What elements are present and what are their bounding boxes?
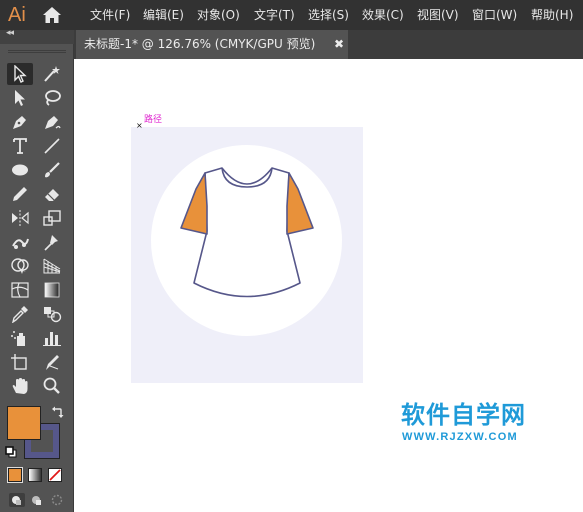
menu-select[interactable]: 选择(S) <box>308 0 349 30</box>
menu-file[interactable]: 文件(F) <box>90 0 130 30</box>
menu-type[interactable]: 文字(T) <box>254 0 295 30</box>
menu-edit[interactable]: 编辑(E) <box>143 0 184 30</box>
t-shirt-artwork[interactable] <box>176 164 318 304</box>
close-icon[interactable]: ✖ <box>334 30 344 59</box>
slice-tool-icon[interactable] <box>39 351 65 373</box>
symbol-sprayer-tool-icon[interactable] <box>7 327 33 349</box>
direct-selection-tool-icon[interactable] <box>7 87 33 109</box>
menu-help[interactable]: 帮助(H) <box>531 0 573 30</box>
gradient-mode-button[interactable] <box>28 468 42 482</box>
collapse-icon[interactable]: ◂◂ <box>6 28 14 38</box>
menu-window[interactable]: 窗口(W) <box>472 0 517 30</box>
type-tool-icon[interactable] <box>7 135 33 157</box>
smart-guide-path-label: 路径 <box>144 115 163 125</box>
selection-tool-icon[interactable] <box>7 63 33 85</box>
hand-tool-icon[interactable] <box>7 375 33 397</box>
eyedropper-tool-icon[interactable] <box>7 303 33 325</box>
zoom-tool-icon[interactable] <box>39 375 65 397</box>
tools-panel-header: ◂◂ <box>0 28 74 44</box>
swap-fill-stroke-icon[interactable] <box>50 406 64 420</box>
column-graph-tool-icon[interactable] <box>39 327 65 349</box>
shirt-left-sleeve <box>180 172 208 235</box>
lasso-tool-icon[interactable] <box>39 87 65 109</box>
ellipse-tool-icon[interactable] <box>7 159 33 181</box>
menu-view[interactable]: 视图(V) <box>417 0 459 30</box>
menu-effect[interactable]: 效果(C) <box>362 0 404 30</box>
magic-wand-tool-icon[interactable] <box>39 63 65 85</box>
pen-tool-icon[interactable] <box>7 111 33 133</box>
panel-grip[interactable] <box>8 50 66 53</box>
watermark-url: WWW.RJZXW.COM <box>402 431 518 443</box>
document-tab[interactable]: 未标题-1* @ 126.76% (CMYK/GPU 预览) ✖ <box>76 30 348 59</box>
draw-behind-icon[interactable] <box>28 492 46 508</box>
reflect-tool-icon[interactable] <box>7 207 33 229</box>
eraser-tool-icon[interactable] <box>39 183 65 205</box>
tools-panel: ◂◂ <box>0 28 74 512</box>
anchor-point-marker: × <box>136 121 143 130</box>
blend-tool-icon[interactable] <box>39 303 65 325</box>
line-segment-tool-icon[interactable] <box>39 135 65 157</box>
menu-object[interactable]: 对象(O) <box>197 0 240 30</box>
document-tab-bar: 未标题-1* @ 126.76% (CMYK/GPU 预览) ✖ <box>74 30 583 59</box>
draw-inside-icon[interactable] <box>48 492 66 508</box>
default-colors-icon[interactable] <box>5 446 17 458</box>
shape-builder-tool-icon[interactable] <box>7 255 33 277</box>
mesh-tool-icon[interactable] <box>7 279 33 301</box>
none-slash-icon <box>49 469 61 481</box>
document-tab-title: 未标题-1* @ 126.76% (CMYK/GPU 预览) <box>84 37 316 51</box>
menu-bar: Ai 文件(F) 编辑(E) 对象(O) 文字(T) 选择(S) 效果(C) 视… <box>0 0 583 30</box>
draw-normal-icon[interactable] <box>8 492 26 508</box>
color-mode-button[interactable] <box>7 467 23 483</box>
gradient-tool-icon[interactable] <box>39 279 65 301</box>
artboard-tool-icon[interactable] <box>7 351 33 373</box>
none-mode-button[interactable] <box>48 468 62 482</box>
curvature-tool-icon[interactable] <box>39 111 65 133</box>
home-icon[interactable] <box>42 6 62 24</box>
watermark-title: 软件自学网 <box>401 401 526 429</box>
app-logo: Ai <box>8 4 26 26</box>
scale-tool-icon[interactable] <box>39 207 65 229</box>
paintbrush-tool-icon[interactable] <box>39 159 65 181</box>
pencil-tool-icon[interactable] <box>7 183 33 205</box>
shirt-right-sleeve <box>286 172 314 235</box>
fill-color-swatch[interactable] <box>7 406 41 440</box>
puppet-warp-tool-icon[interactable] <box>7 231 33 253</box>
perspective-grid-tool-icon[interactable] <box>39 255 65 277</box>
pin-tool-icon[interactable] <box>39 231 65 253</box>
